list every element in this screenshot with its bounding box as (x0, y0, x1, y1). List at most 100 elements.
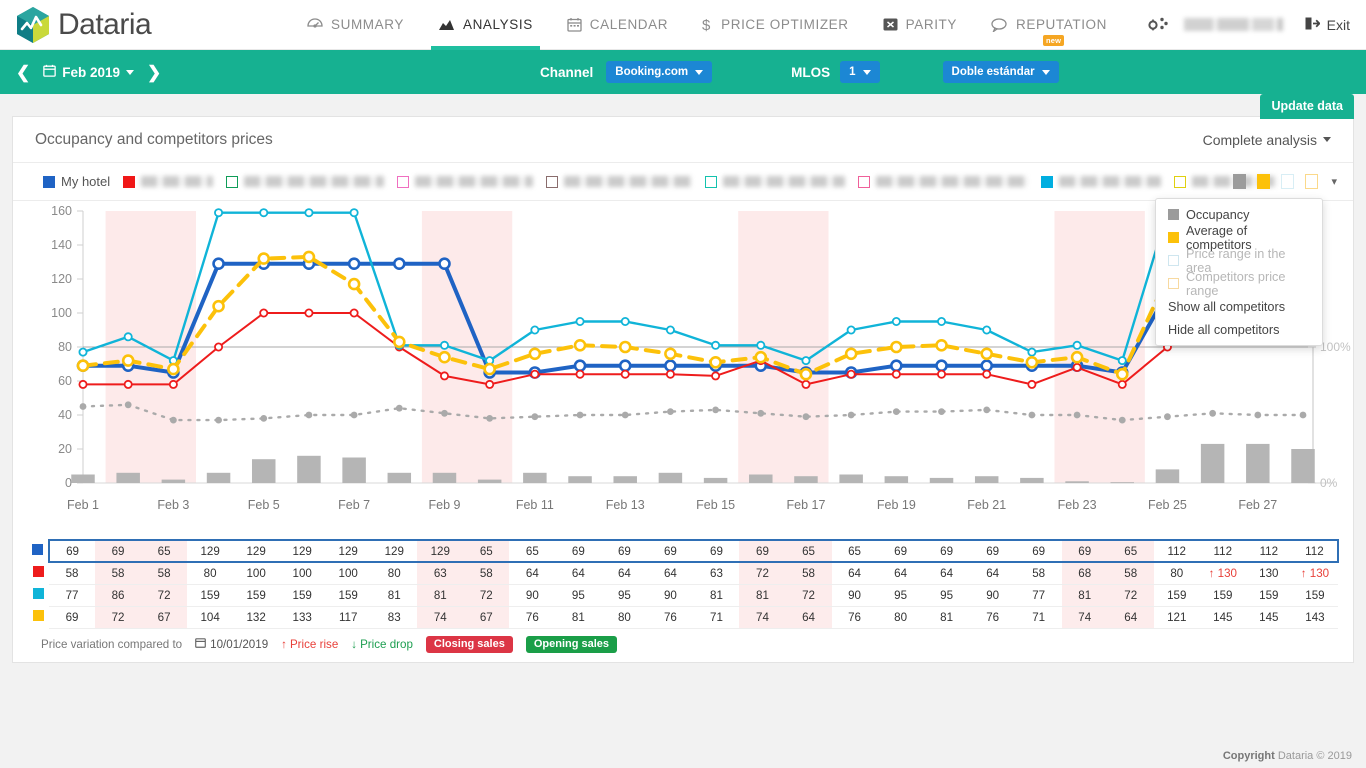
period-selector[interactable]: Feb 2019 (43, 64, 135, 80)
legend-item-4[interactable] (546, 175, 693, 188)
series-point[interactable] (982, 369, 992, 379)
series-point[interactable] (486, 415, 494, 422)
my-hotel-row[interactable]: 69 69 65 129 129 129 129 129 129 65 65 69 69 69 69 69 65… (27, 539, 1340, 563)
exit-button[interactable]: Exit (1304, 16, 1350, 34)
series-point[interactable] (618, 359, 632, 372)
occupancy-swatch[interactable] (1233, 174, 1247, 189)
series-point[interactable] (439, 371, 449, 381)
series-point[interactable] (483, 362, 496, 376)
series-point[interactable] (438, 257, 451, 271)
room-type-select[interactable]: Doble estándar (942, 61, 1059, 83)
series-point[interactable] (664, 347, 677, 361)
series-point[interactable] (78, 379, 88, 389)
legend-item-2[interactable] (226, 175, 385, 188)
series-point[interactable] (801, 379, 811, 389)
series-point[interactable] (890, 359, 903, 372)
series-point[interactable] (575, 317, 585, 327)
series-point[interactable] (1027, 347, 1037, 357)
series-point[interactable] (938, 408, 945, 415)
series-point[interactable] (757, 409, 765, 417)
series-point[interactable] (124, 401, 132, 409)
series-point[interactable] (937, 369, 947, 379)
series-point[interactable] (215, 416, 222, 424)
series-point[interactable] (801, 356, 811, 366)
nav-item-calendar[interactable]: CALENDAR (550, 0, 685, 50)
series-point[interactable] (1025, 356, 1039, 369)
series-point[interactable] (576, 411, 584, 419)
competitors-price-range-swatch[interactable] (1305, 174, 1319, 189)
competitor-red-row[interactable]: 58 58 58 80 100 100 100 80 63 58 64 64 64 64 63 72 58 64 6… (27, 562, 1338, 585)
series-point[interactable] (846, 369, 856, 379)
dropdown-item-5[interactable]: Hide all competitors (1156, 318, 1322, 341)
series-point[interactable] (712, 406, 719, 414)
series-point[interactable] (304, 208, 314, 218)
gear-share-icon[interactable] (1148, 16, 1168, 33)
series-point[interactable] (257, 252, 271, 265)
series-point[interactable] (711, 340, 721, 350)
legend-item-0[interactable]: My hotel (43, 174, 110, 189)
series-point[interactable] (802, 413, 810, 421)
series-point[interactable] (573, 359, 587, 372)
series-point[interactable] (1164, 413, 1171, 421)
chevron-left-icon[interactable]: ❮ (16, 64, 30, 81)
series-point[interactable] (212, 299, 225, 313)
nav-item-analysis[interactable]: ANALYSIS (421, 0, 550, 50)
series-point[interactable] (76, 359, 90, 372)
series-point[interactable] (709, 356, 722, 369)
series-point[interactable] (169, 416, 177, 424)
series-point[interactable] (347, 277, 361, 291)
series-point[interactable] (890, 340, 903, 354)
series-point[interactable] (485, 379, 495, 389)
series-point[interactable] (664, 359, 677, 372)
series-point[interactable] (754, 350, 768, 364)
average-competitors-row[interactable]: 69 72 67 104 132 133 117 83 74 67 76 81 80 76 71 74 64 76… (27, 606, 1338, 629)
series-point[interactable] (214, 208, 224, 218)
series-point[interactable] (212, 257, 225, 271)
series-point[interactable] (1072, 362, 1082, 372)
series-point[interactable] (575, 369, 585, 379)
series-point[interactable] (937, 317, 947, 327)
channel-select[interactable]: Booking.com (606, 61, 713, 83)
series-point[interactable] (214, 342, 224, 352)
series-point[interactable] (1070, 350, 1084, 364)
series-point[interactable] (395, 404, 403, 412)
series-point[interactable] (756, 340, 766, 350)
series-point[interactable] (441, 409, 448, 417)
series-point[interactable] (573, 339, 587, 352)
series-point[interactable] (1027, 379, 1037, 389)
nav-item-reputation[interactable]: REPUTATION new (974, 0, 1124, 50)
user-name-label[interactable] (1183, 18, 1288, 31)
series-point[interactable] (168, 379, 178, 389)
series-point[interactable] (260, 415, 268, 422)
series-point[interactable] (847, 411, 855, 419)
series-point[interactable] (711, 371, 721, 381)
competitor-cyan-row[interactable]: 77 86 72 159 159 159 159 81 81 72 90 95 95 90 81 81 72 90… (27, 584, 1338, 607)
series-point[interactable] (665, 325, 675, 335)
series-point[interactable] (982, 325, 992, 335)
series-point[interactable] (528, 347, 542, 361)
legend-item-6[interactable] (858, 175, 1029, 188)
nav-item-parity[interactable]: PARITY (866, 0, 974, 50)
series-point[interactable] (78, 347, 88, 357)
legend-item-1[interactable] (123, 175, 214, 188)
legend-item-7[interactable] (1041, 175, 1162, 188)
dropdown-item-3[interactable]: Competitors price range (1156, 270, 1322, 298)
update-data-button[interactable]: Update data (1260, 94, 1354, 119)
series-point[interactable] (891, 369, 901, 379)
series-point[interactable] (667, 408, 674, 415)
legend-item-3[interactable] (397, 175, 534, 188)
series-point[interactable] (665, 369, 675, 379)
series-point[interactable] (350, 411, 358, 419)
series-point[interactable] (123, 332, 133, 342)
mlos-select[interactable]: 1 (840, 61, 880, 83)
series-point[interactable] (349, 308, 359, 318)
series-point[interactable] (123, 379, 133, 389)
nav-item-price-optimizer[interactable]: $ PRICE OPTIMIZER (685, 0, 866, 50)
series-point[interactable] (1072, 340, 1082, 350)
series-point[interactable] (621, 411, 629, 419)
series-point[interactable] (1117, 356, 1127, 366)
series-point[interactable] (121, 354, 135, 367)
series-point[interactable] (1254, 411, 1262, 419)
complete-analysis-dropdown[interactable]: Complete analysis (1203, 132, 1331, 148)
series-point[interactable] (799, 367, 813, 381)
